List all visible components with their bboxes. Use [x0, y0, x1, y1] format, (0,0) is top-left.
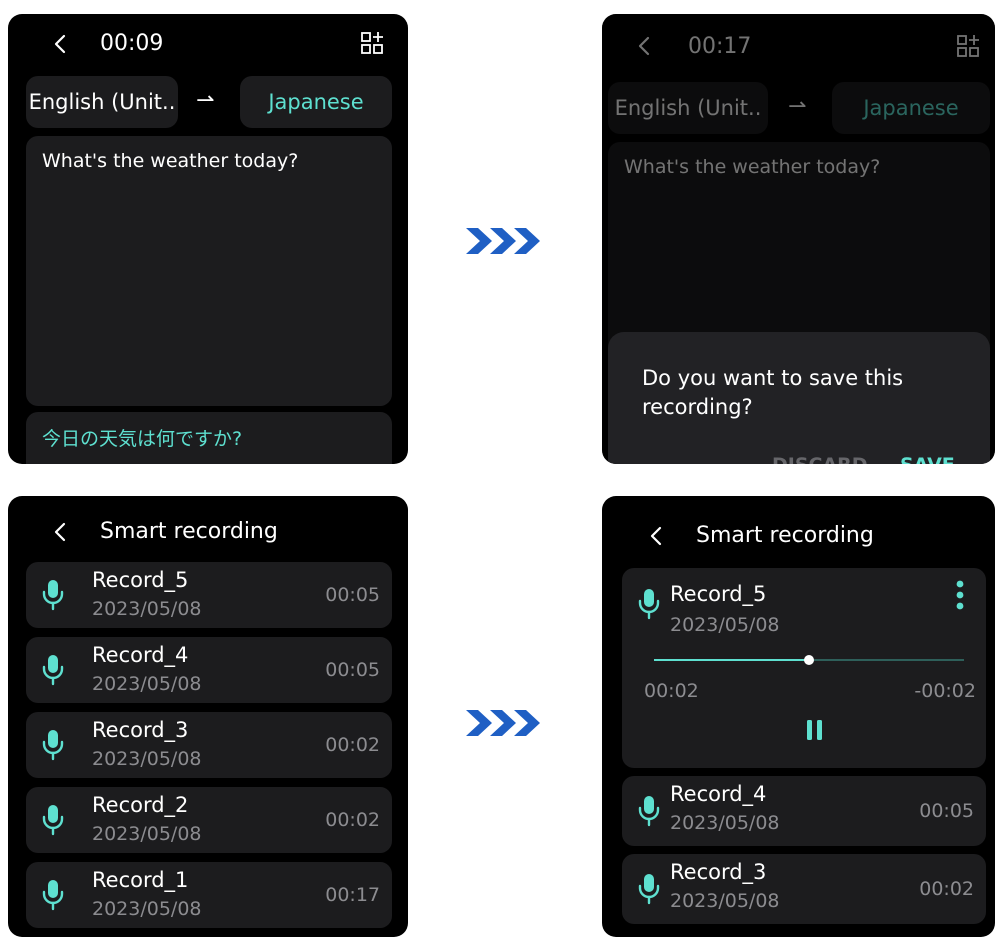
record-duration: 00:05 — [919, 800, 974, 822]
record-row[interactable]: Record_3 2023/05/08 00:02 — [26, 712, 392, 778]
record-row[interactable]: Record_4 2023/05/08 00:05 — [622, 776, 986, 846]
page-title: Smart recording — [100, 519, 278, 544]
source-language-button[interactable]: English (Unit.. — [26, 76, 178, 128]
recordings-list-screen: Smart recording Record_5 2023/05/08 00:05 R… — [8, 496, 408, 937]
record-name: Record_3 — [670, 860, 767, 884]
record-row[interactable]: Record_1 2023/05/08 00:17 — [26, 862, 392, 928]
dialog-message: Do you want to save this recording? — [642, 366, 904, 419]
microphone-icon — [42, 804, 64, 836]
record-date: 2023/05/08 — [670, 812, 780, 834]
record-row[interactable]: Record_5 2023/05/08 00:05 — [26, 562, 392, 628]
playing-record-card: Record_5 2023/05/08 00:02 -00:02 — [622, 568, 986, 768]
discard-button[interactable]: DISCARD — [772, 454, 868, 464]
save-recording-dialog: Do you want to save this recording? DISC… — [608, 332, 990, 464]
microphone-icon — [42, 579, 64, 611]
record-duration: 00:05 — [325, 584, 380, 606]
elapsed-time: 00:02 — [644, 680, 699, 702]
language-direction-arrow-icon[interactable]: ⇀ — [196, 90, 214, 112]
record-row[interactable]: Record_4 2023/05/08 00:05 — [26, 637, 392, 703]
record-date: 2023/05/08 — [92, 598, 202, 620]
remaining-time: -00:02 — [914, 680, 976, 702]
recording-timer: 00:17 — [688, 34, 752, 59]
save-button[interactable]: SAVE — [900, 454, 955, 464]
back-chevron-icon[interactable] — [54, 34, 66, 54]
more-options-icon[interactable] — [956, 580, 964, 610]
save-dialog-screen: 00:17 English (Unit.. ⇀ Japanese What's … — [602, 14, 995, 464]
recording-timer: 00:09 — [100, 31, 164, 56]
target-language-label: Japanese — [863, 96, 959, 120]
target-language-button[interactable]: Japanese — [832, 82, 990, 134]
target-language-button[interactable]: Japanese — [240, 76, 392, 128]
record-duration: 00:02 — [325, 809, 380, 831]
source-text-panel: What's the weather today? — [26, 136, 392, 406]
flow-arrow-bottom — [466, 710, 540, 736]
record-name: Record_3 — [92, 718, 189, 742]
record-name: Record_1 — [92, 868, 189, 892]
source-language-label: English (Unit.. — [614, 96, 762, 120]
add-widget-icon[interactable] — [956, 34, 980, 58]
microphone-icon — [638, 588, 660, 620]
microphone-icon — [42, 729, 64, 761]
record-name: Record_4 — [92, 643, 189, 667]
page-title: Smart recording — [696, 523, 874, 548]
source-language-label: English (Unit.. — [28, 90, 176, 114]
playback-progress-track[interactable] — [654, 655, 964, 665]
record-duration: 00:02 — [325, 734, 380, 756]
playback-progress-fill — [654, 659, 809, 661]
record-date: 2023/05/08 — [92, 898, 202, 920]
target-language-label: Japanese — [268, 90, 364, 114]
record-date: 2023/05/08 — [670, 890, 780, 912]
add-widget-icon[interactable] — [360, 31, 384, 55]
translated-text-panel: 今日の天気は何ですか? — [26, 412, 392, 464]
microphone-icon — [42, 654, 64, 686]
microphone-icon — [42, 879, 64, 911]
language-direction-arrow-icon[interactable]: ⇀ — [788, 96, 806, 118]
record-name: Record_5 — [670, 582, 767, 606]
microphone-icon — [638, 873, 660, 905]
translated-text: 今日の天気は何ですか? — [42, 428, 243, 450]
flow-arrow-top — [466, 228, 540, 254]
record-name: Record_2 — [92, 793, 189, 817]
source-text: What's the weather today? — [42, 150, 299, 172]
record-date: 2023/05/08 — [92, 823, 202, 845]
back-chevron-icon[interactable] — [54, 522, 66, 542]
record-date: 2023/05/08 — [92, 673, 202, 695]
record-row[interactable]: Record_2 2023/05/08 00:02 — [26, 787, 392, 853]
record-row[interactable]: Record_3 2023/05/08 00:02 — [622, 854, 986, 924]
record-date: 2023/05/08 — [92, 748, 202, 770]
pause-icon[interactable] — [806, 720, 824, 740]
playback-scrubber-handle[interactable] — [804, 655, 814, 665]
microphone-icon — [638, 795, 660, 827]
source-language-button[interactable]: English (Unit.. — [608, 82, 768, 134]
record-duration: 00:02 — [919, 878, 974, 900]
back-chevron-icon[interactable] — [650, 526, 662, 546]
record-duration: 00:05 — [325, 659, 380, 681]
back-chevron-icon[interactable] — [638, 36, 650, 56]
record-name: Record_4 — [670, 782, 767, 806]
record-date: 2023/05/08 — [670, 614, 780, 636]
source-text: What's the weather today? — [624, 156, 881, 178]
record-name: Record_5 — [92, 568, 189, 592]
record-duration: 00:17 — [325, 884, 380, 906]
recording-playback-screen: Smart recording Record_5 2023/05/08 00:0… — [602, 496, 995, 937]
source-text-panel: What's the weather today? — [608, 142, 990, 362]
translation-screen: 00:09 English (Unit.. ⇀ Japanese What's … — [8, 14, 408, 464]
